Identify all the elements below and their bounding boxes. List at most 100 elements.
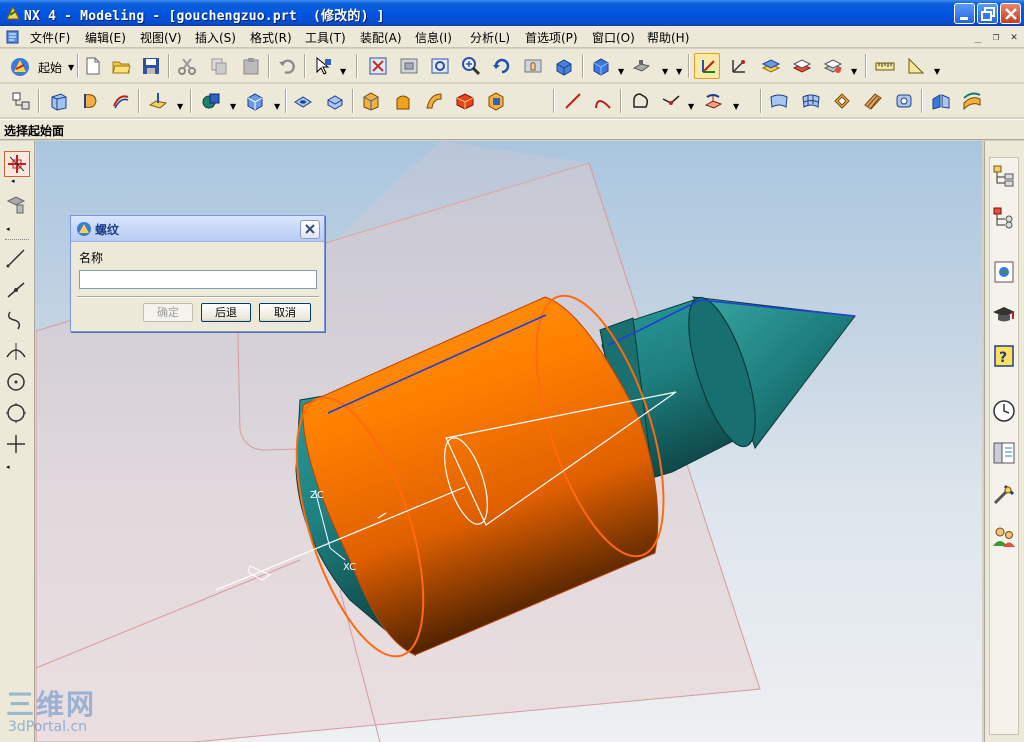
start-label[interactable]: 起始 bbox=[38, 59, 62, 76]
menu-information[interactable]: 信息(I) bbox=[415, 29, 452, 46]
menu-edit[interactable]: 编辑(E) bbox=[85, 29, 126, 46]
sketch-line-button[interactable] bbox=[4, 246, 30, 272]
sketch-crosshair-button[interactable] bbox=[4, 432, 30, 458]
through-curve-mesh-button[interactable] bbox=[798, 88, 824, 114]
ok-button[interactable]: 确定 bbox=[143, 303, 193, 322]
close-button[interactable] bbox=[1000, 3, 1021, 24]
zoom-area-button[interactable] bbox=[427, 53, 453, 79]
back-button[interactable]: 后退 bbox=[201, 303, 251, 322]
mdi-minimize-button[interactable]: _ bbox=[970, 30, 986, 44]
copy-button[interactable] bbox=[206, 53, 232, 79]
dialog-close-button[interactable] bbox=[300, 220, 320, 239]
point-button[interactable] bbox=[658, 88, 684, 114]
toolbar-overflow-arrow[interactable]: ▼ bbox=[676, 67, 682, 76]
pan-button[interactable] bbox=[520, 53, 546, 79]
new-button[interactable] bbox=[80, 53, 106, 79]
undo-button[interactable] bbox=[274, 53, 300, 79]
curve-ops-dropdown-arrow[interactable]: ▼ bbox=[733, 102, 739, 111]
system-materials-tab[interactable] bbox=[991, 482, 1017, 508]
sketch-point-button[interactable] bbox=[4, 370, 30, 396]
fit-button[interactable] bbox=[365, 53, 391, 79]
measure-distance-button[interactable] bbox=[872, 53, 898, 79]
sketch-circle-button[interactable] bbox=[4, 401, 30, 427]
selection-dropdown-arrow[interactable]: ▼ bbox=[340, 67, 346, 76]
sketch-fillet-button[interactable] bbox=[4, 339, 30, 365]
datum-dropdown-arrow[interactable]: ▼ bbox=[177, 102, 183, 111]
thread-button[interactable] bbox=[483, 88, 509, 114]
shaded-view-button[interactable] bbox=[551, 53, 577, 79]
bounded-plane-button[interactable] bbox=[891, 88, 917, 114]
menu-analysis[interactable]: 分析(L) bbox=[470, 29, 510, 46]
menu-view[interactable]: 视图(V) bbox=[140, 29, 182, 46]
restore-button[interactable] bbox=[977, 3, 998, 24]
zoom-button[interactable] bbox=[458, 53, 484, 79]
menu-window[interactable]: 窗口(O) bbox=[592, 29, 635, 46]
block-button[interactable] bbox=[242, 88, 268, 114]
sketch-dropdown-arrow[interactable]: ◂ bbox=[6, 463, 10, 471]
cut-button[interactable] bbox=[174, 53, 200, 79]
training-tab[interactable] bbox=[991, 301, 1017, 327]
start-button[interactable] bbox=[6, 53, 32, 79]
move-to-layer-button[interactable] bbox=[820, 53, 846, 79]
sweep-button[interactable] bbox=[108, 88, 134, 114]
extrude-button[interactable] bbox=[46, 88, 72, 114]
layer-visible-button[interactable] bbox=[789, 53, 815, 79]
selection-filter-button[interactable] bbox=[310, 53, 336, 79]
menu-help[interactable]: 帮助(H) bbox=[647, 29, 689, 46]
menu-preferences[interactable]: 首选项(P) bbox=[525, 29, 578, 46]
help-tab[interactable]: ? bbox=[991, 343, 1017, 369]
ruled-button[interactable] bbox=[860, 88, 886, 114]
menu-assemblies[interactable]: 装配(A) bbox=[360, 29, 402, 46]
studio-surface-button[interactable] bbox=[829, 88, 855, 114]
boolean-dropdown-arrow[interactable]: ▼ bbox=[230, 102, 236, 111]
snap-point-button[interactable] bbox=[4, 151, 30, 177]
boolean-unite-button[interactable] bbox=[198, 88, 224, 114]
web-browser-tab[interactable] bbox=[991, 259, 1017, 285]
open-button[interactable] bbox=[108, 53, 134, 79]
roles-tab[interactable] bbox=[991, 524, 1017, 550]
offset-surface-button[interactable] bbox=[959, 88, 985, 114]
arc-button[interactable] bbox=[590, 88, 616, 114]
project-curve-button[interactable] bbox=[700, 88, 726, 114]
measure-angle-button[interactable] bbox=[903, 53, 929, 79]
slot-button[interactable] bbox=[421, 88, 447, 114]
render-style-button[interactable] bbox=[588, 53, 614, 79]
edit-dropdown-arrow[interactable]: ◂ bbox=[6, 225, 10, 233]
menu-file[interactable]: 文件(F) bbox=[30, 29, 70, 46]
feature-dropdown-arrow[interactable]: ▼ bbox=[274, 102, 280, 111]
mdi-close-button[interactable]: ✕ bbox=[1006, 30, 1022, 44]
paste-button[interactable] bbox=[238, 53, 264, 79]
wcs-orient-button[interactable] bbox=[726, 53, 752, 79]
through-curves-button[interactable] bbox=[766, 88, 792, 114]
groove-button[interactable] bbox=[452, 88, 478, 114]
cancel-button[interactable]: 取消 bbox=[259, 303, 311, 322]
layer-settings-button[interactable] bbox=[758, 53, 784, 79]
measure-dropdown-arrow[interactable]: ▼ bbox=[934, 67, 940, 76]
revolve-button[interactable] bbox=[78, 88, 104, 114]
line-button[interactable] bbox=[560, 88, 586, 114]
snap-dropdown-arrow[interactable]: ◂ bbox=[11, 177, 15, 185]
menu-insert[interactable]: 插入(S) bbox=[195, 29, 236, 46]
orient-view-dropdown-arrow[interactable]: ▼ bbox=[662, 67, 668, 76]
curve-dropdown-arrow[interactable]: ▼ bbox=[688, 102, 694, 111]
reuse-library-tab[interactable] bbox=[991, 440, 1017, 466]
mdi-restore-button[interactable]: ❐ bbox=[988, 30, 1004, 44]
save-button[interactable] bbox=[138, 53, 164, 79]
menu-format[interactable]: 格式(R) bbox=[250, 29, 292, 46]
name-input[interactable] bbox=[79, 270, 317, 289]
edit-feature-button[interactable] bbox=[4, 193, 30, 219]
boss-button[interactable] bbox=[322, 88, 348, 114]
layer-dropdown-arrow[interactable]: ▼ bbox=[851, 67, 857, 76]
start-dropdown-arrow[interactable]: ▼ bbox=[68, 63, 74, 72]
sketch-profile-button[interactable] bbox=[4, 277, 30, 303]
orient-view-button[interactable] bbox=[628, 53, 654, 79]
minimize-button[interactable] bbox=[954, 3, 975, 24]
hole-button[interactable] bbox=[290, 88, 316, 114]
document-icon[interactable] bbox=[5, 29, 21, 45]
zoom-window-button[interactable] bbox=[396, 53, 422, 79]
sew-button[interactable] bbox=[928, 88, 954, 114]
part-navigator-tab[interactable] bbox=[991, 205, 1017, 231]
sketch-arc-button[interactable] bbox=[4, 308, 30, 334]
pad-button[interactable] bbox=[390, 88, 416, 114]
assembly-navigator-button[interactable] bbox=[8, 88, 34, 114]
